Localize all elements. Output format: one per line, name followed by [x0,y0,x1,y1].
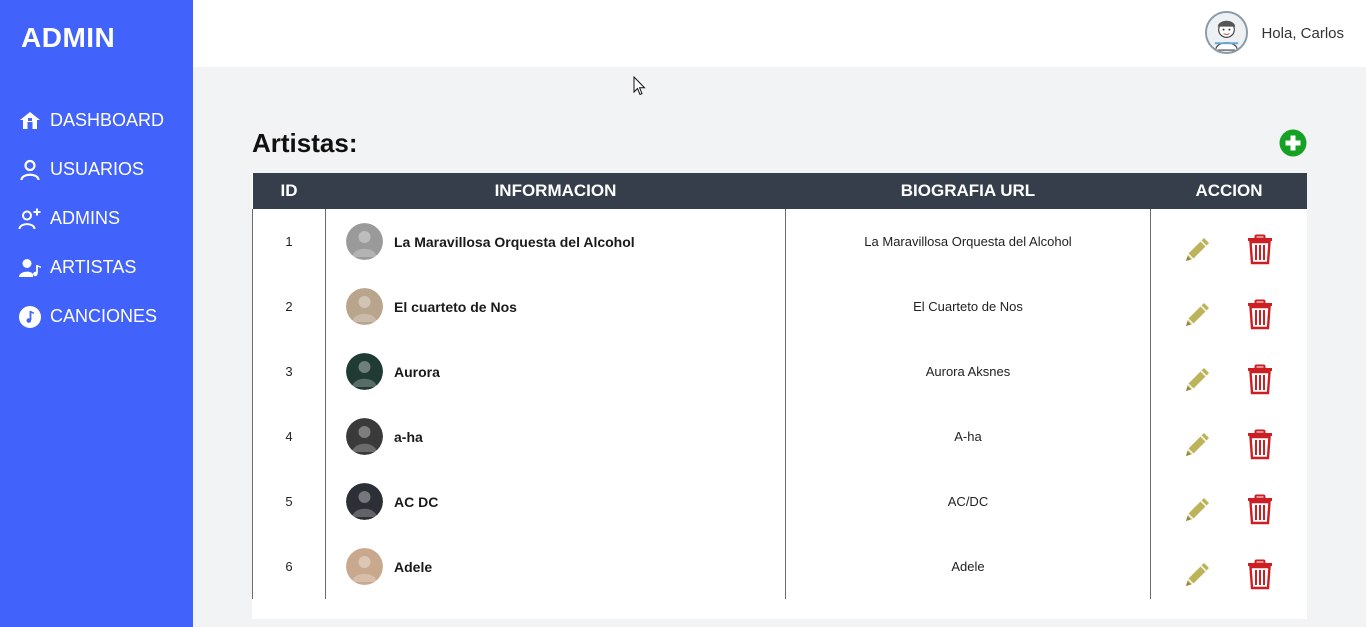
artist-actions-cell [1150,404,1307,469]
edit-pencil-icon[interactable] [1182,428,1214,460]
artist-info-cell: Adele [325,534,786,599]
page-title: Artistas: [252,128,358,158]
artist-info-cell: El cuarteto de Nos [325,274,786,339]
artist-actions-cell [1150,469,1307,534]
sidebar-item-usuarios[interactable]: USUARIOS [0,145,193,194]
mouse-cursor-icon [633,76,646,96]
sidebar-item-label: USUARIOS [50,159,145,179]
artist-thumbnail [346,353,383,390]
artist-bio-url[interactable]: La Maravillosa Orquesta del Alcohol [785,209,1151,274]
artist-id: 4 [252,404,326,469]
table-row: 6 Adele Adele [252,534,1307,599]
artist-thumbnail [346,418,383,455]
artist-info-cell: AC DC [325,469,786,534]
artist-actions-cell [1150,274,1307,339]
artist-bio-url[interactable]: A-ha [785,404,1151,469]
table-row: 1 La Maravillosa Orquesta del Alcohol La… [252,209,1307,274]
edit-pencil-icon[interactable] [1182,363,1214,395]
table-row: 2 El cuarteto de Nos El Cuarteto de Nos [252,274,1307,339]
artist-thumbnail [346,288,383,325]
top-header: Hola, Carlos [193,0,1366,67]
user-music-icon [18,256,42,280]
sidebar-item-label: DASHBOARD [50,110,165,130]
column-header-id: ID [252,173,326,209]
edit-pencil-icon[interactable] [1182,298,1214,330]
column-header-biografia-url: BIOGRAFIA URL [785,173,1151,209]
artist-name: La Maravillosa Orquesta del Alcohol [394,233,635,250]
sidebar-nav: DASHBOARD USUARIOS ADMINS ARTISTAS CANCI… [0,96,193,341]
table-body: 1 La Maravillosa Orquesta del Alcohol La… [252,209,1307,599]
artist-info-cell: La Maravillosa Orquesta del Alcohol [325,209,786,274]
artist-thumbnail [346,548,383,585]
artist-name: AC DC [394,493,439,510]
artist-name: Aurora [394,363,440,380]
table-header-row: ID INFORMACION BIOGRAFIA URL ACCION [252,173,1307,209]
artist-id: 3 [252,339,326,404]
artist-bio-url[interactable]: El Cuarteto de Nos [785,274,1151,339]
artist-thumbnail [346,223,383,260]
edit-pencil-icon[interactable] [1182,493,1214,525]
sidebar-item-label: ARTISTAS [50,257,137,277]
sidebar-item-admins[interactable]: ADMINS [0,194,193,243]
artist-id: 6 [252,534,326,599]
artist-id: 2 [252,274,326,339]
artist-actions-cell [1150,339,1307,404]
edit-pencil-icon[interactable] [1182,233,1214,265]
user-avatar-icon[interactable] [1205,11,1248,54]
user-icon [18,158,42,182]
brand-title: ADMIN [21,22,116,53]
delete-trash-icon[interactable] [1244,298,1276,330]
user-plus-icon [18,207,42,231]
sidebar-item-artistas[interactable]: ARTISTAS [0,243,193,292]
artist-thumbnail [346,483,383,520]
artist-name: Adele [394,558,433,575]
table-row: 5 AC DC AC/DC [252,469,1307,534]
delete-trash-icon[interactable] [1244,558,1276,590]
table-row: 4 a-ha A-ha [252,404,1307,469]
sidebar-item-label: CANCIONES [50,306,158,326]
delete-trash-icon[interactable] [1244,233,1276,265]
artist-bio-url[interactable]: Aurora Aksnes [785,339,1151,404]
artist-bio-url[interactable]: AC/DC [785,469,1151,534]
sidebar-item-canciones[interactable]: CANCIONES [0,292,193,341]
artist-name: a-ha [394,428,423,445]
column-header-accion: ACCION [1150,173,1307,209]
user-greeting: Hola, Carlos [1261,25,1344,42]
sidebar-item-label: ADMINS [50,208,121,228]
artist-id: 1 [252,209,326,274]
artist-actions-cell [1150,534,1307,599]
home-icon [18,109,42,133]
delete-trash-icon[interactable] [1244,493,1276,525]
artist-id: 5 [252,469,326,534]
artists-table: ID INFORMACION BIOGRAFIA URL ACCION 1 La… [252,173,1307,619]
add-artist-button[interactable] [1279,129,1307,157]
table-row: 3 Aurora Aurora Aksnes [252,339,1307,404]
plus-circle-icon [1279,129,1307,157]
artist-info-cell: Aurora [325,339,786,404]
sidebar-item-dashboard[interactable]: DASHBOARD [0,96,193,145]
edit-pencil-icon[interactable] [1182,558,1214,590]
artist-info-cell: a-ha [325,404,786,469]
sidebar: ADMIN DASHBOARD USUARIOS ADMINS ARTISTAS [0,0,193,627]
music-note-icon [18,305,42,329]
artist-actions-cell [1150,209,1307,274]
delete-trash-icon[interactable] [1244,428,1276,460]
artist-name: El cuarteto de Nos [394,298,517,315]
delete-trash-icon[interactable] [1244,363,1276,395]
column-header-informacion: INFORMACION [325,173,786,209]
artist-bio-url[interactable]: Adele [785,534,1151,599]
